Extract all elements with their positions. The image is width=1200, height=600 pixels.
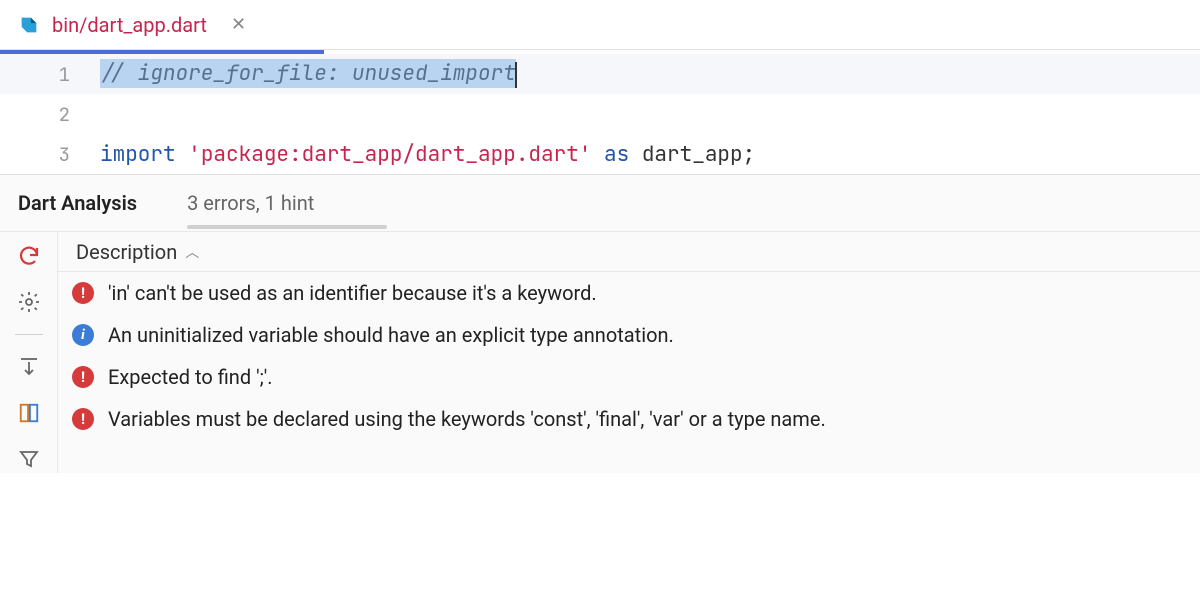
panel-summary: 3 errors, 1 hint [187, 191, 314, 215]
error-badge-icon: ! [72, 366, 94, 388]
error-badge-icon: ! [72, 282, 94, 304]
refresh-icon[interactable] [15, 242, 43, 270]
panel-title[interactable]: Dart Analysis [18, 191, 137, 215]
identifier: dart_app; [642, 141, 755, 168]
panel-toolbar [0, 232, 58, 473]
code-line[interactable]: 2 [0, 94, 1200, 134]
dart-file-icon [18, 14, 40, 36]
code-line[interactable]: 1 // ignore_for_file: unused_import [0, 54, 1200, 94]
column-header-label: Description [76, 240, 177, 264]
info-badge-icon: i [72, 324, 94, 346]
close-tab-icon[interactable]: ✕ [231, 14, 246, 35]
group-icon[interactable] [15, 399, 43, 427]
column-header-description[interactable]: Description ︿ [58, 232, 1200, 272]
keyword-as: as [591, 141, 641, 168]
dart-analysis-panel: Dart Analysis 3 errors, 1 hint [0, 174, 1200, 473]
keyword-import: import [100, 141, 176, 168]
analysis-row[interactable]: i An uninitialized variable should have a… [58, 314, 1200, 356]
analysis-message: 'in' can't be used as an identifier beca… [108, 281, 597, 305]
code-editor[interactable]: 1 // ignore_for_file: unused_import 2 3 … [0, 54, 1200, 174]
line-number: 3 [0, 142, 100, 167]
line-number: 2 [0, 102, 100, 127]
code-line[interactable]: 3 import 'package:dart_app/dart_app.dart… [0, 134, 1200, 174]
analysis-message: Variables must be declared using the key… [108, 407, 826, 431]
comment-selected: // ignore_for_file: unused_import [100, 59, 516, 88]
tab-file-name[interactable]: bin/dart_app.dart [52, 13, 207, 37]
string-literal: 'package:dart_app/dart_app.dart' [188, 141, 591, 168]
toolbar-divider [15, 334, 43, 335]
filter-icon[interactable] [15, 445, 43, 473]
line-number: 1 [0, 62, 100, 87]
error-badge-icon: ! [72, 408, 94, 430]
panel-header: Dart Analysis 3 errors, 1 hint [0, 175, 1200, 231]
analysis-row[interactable]: ! Variables must be declared using the ke… [58, 398, 1200, 440]
autoscroll-icon[interactable] [15, 353, 43, 381]
analysis-row[interactable]: ! 'in' can't be used as an identifier bec… [58, 272, 1200, 314]
analysis-row[interactable]: ! Expected to find ';'. [58, 356, 1200, 398]
sort-ascending-icon: ︿ [185, 242, 199, 262]
editor-tab-bar: bin/dart_app.dart ✕ [0, 0, 1200, 50]
analysis-message: An uninitialized variable should have an… [108, 323, 674, 347]
gear-icon[interactable] [15, 288, 43, 316]
analysis-list: Description ︿ ! 'in' can't be used as an … [58, 232, 1200, 473]
text-cursor [515, 62, 517, 88]
analysis-message: Expected to find ';'. [108, 365, 273, 389]
